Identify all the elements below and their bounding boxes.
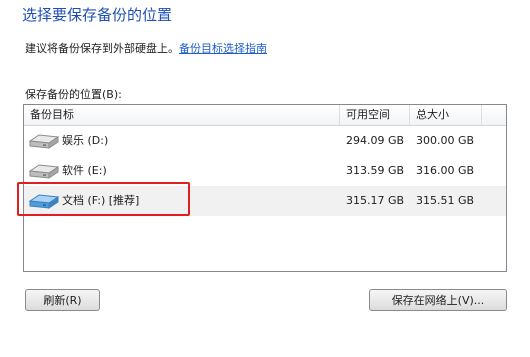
column-header-free-space[interactable]: 可用空间 — [340, 105, 410, 125]
drive-row-e[interactable]: 软件 (E:) 313.59 GB 316.00 GB — [24, 156, 506, 186]
refresh-button[interactable]: 刷新(R) — [25, 289, 100, 311]
drive-name: 文档 (F:) [推荐] — [62, 194, 140, 207]
hard-drive-icon — [28, 134, 60, 149]
page-title: 选择要保存备份的位置 — [22, 6, 173, 24]
column-header-target[interactable]: 备份目标 — [24, 105, 340, 125]
save-on-network-button[interactable]: 保存在网络上(V)... — [369, 289, 507, 311]
hard-drive-icon — [28, 164, 60, 179]
advice-text: 建议将备份保存到外部硬盘上。备份目标选择指南 — [25, 40, 267, 56]
drive-free-space: 313.59 GB — [346, 164, 405, 177]
location-list-label: 保存备份的位置(B): — [25, 88, 122, 101]
drive-row-f[interactable]: 文档 (F:) [推荐] 315.17 GB 315.51 GB — [24, 186, 506, 216]
advice-label: 建议将备份保存到外部硬盘上。 — [25, 42, 179, 55]
drive-name: 软件 (E:) — [62, 164, 107, 177]
column-header-total-size[interactable]: 总大小 — [410, 105, 482, 125]
drive-total-size: 300.00 GB — [416, 134, 475, 147]
drive-free-space: 315.17 GB — [346, 194, 405, 207]
drive-total-size: 315.51 GB — [416, 194, 475, 207]
drive-row-d[interactable]: 娱乐 (D:) 294.09 GB 300.00 GB — [24, 126, 506, 156]
drive-free-space: 294.09 GB — [346, 134, 405, 147]
drive-name: 娱乐 (D:) — [62, 134, 109, 147]
hard-drive-icon — [28, 194, 60, 209]
backup-location-list[interactable]: 备份目标 可用空间 总大小 娱乐 (D:) 294.09 GB 300.00 G… — [23, 104, 507, 272]
list-header: 备份目标 可用空间 总大小 — [24, 105, 506, 126]
backup-guide-link[interactable]: 备份目标选择指南 — [179, 42, 267, 55]
drive-total-size: 316.00 GB — [416, 164, 475, 177]
